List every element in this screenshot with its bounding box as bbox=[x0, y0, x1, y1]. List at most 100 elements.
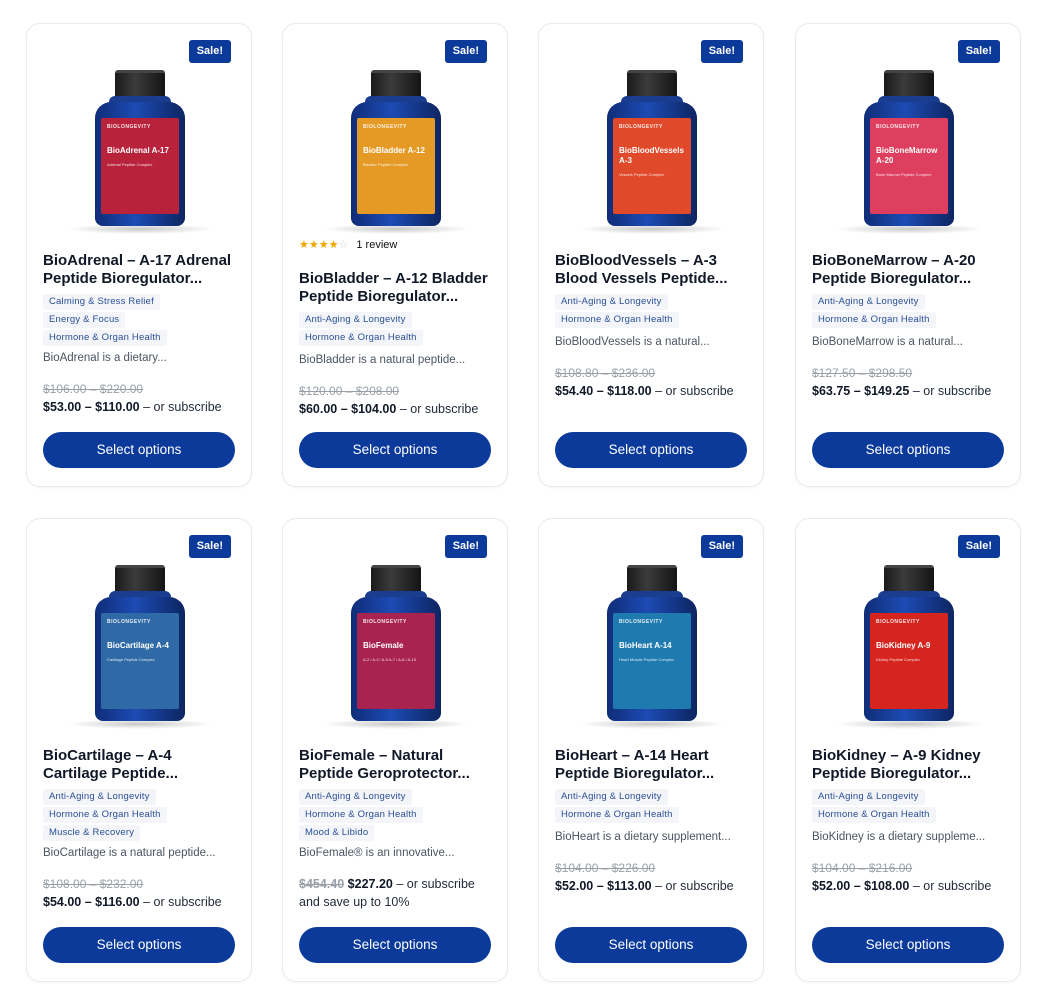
category-tag[interactable]: Anti-Aging & Longevity bbox=[812, 789, 925, 805]
select-options-button[interactable]: Select options bbox=[299, 432, 491, 468]
sale-badge: Sale! bbox=[957, 535, 1000, 558]
product-image[interactable]: BIOLONGEVITY BioBladder A-12 Bladder Pepti… bbox=[299, 36, 493, 234]
price-sep: – bbox=[81, 400, 96, 414]
bottle-cap bbox=[627, 565, 677, 593]
price-low: $52.00 bbox=[812, 879, 851, 893]
price-block: $52.00 – $113.00 – or subscribe bbox=[555, 877, 755, 895]
category-tag[interactable]: Anti-Aging & Longevity bbox=[555, 789, 668, 805]
bottle-product-name: BioKidney A-9 bbox=[876, 641, 931, 650]
bottle-graphic: BIOLONGEVITY BioHeart A-14 Heart Muscle Pe… bbox=[577, 565, 727, 729]
sale-badge: Sale! bbox=[700, 40, 743, 63]
category-tag[interactable]: Hormone & Organ Health bbox=[812, 807, 936, 823]
category-tag[interactable]: Hormone & Organ Health bbox=[299, 330, 423, 346]
bottle-product-name: BioAdrenal A-17 bbox=[107, 146, 169, 155]
product-description: BioBladder is a natural peptide... bbox=[299, 354, 466, 366]
product-title[interactable]: BioBloodVessels – A-3 Blood Vessels Pept… bbox=[555, 252, 751, 288]
original-price: $108.80 – $236.00 bbox=[555, 366, 656, 380]
bottle-label: BIOLONGEVITY BioBladder A-12 Bladder Pepti… bbox=[357, 118, 435, 214]
product-image[interactable]: BIOLONGEVITY BioAdrenal A-17 Adrenal Pepti… bbox=[43, 36, 237, 234]
price-low: $54.00 bbox=[43, 895, 82, 909]
bottle-body: BIOLONGEVITY BioBladder A-12 Bladder Pepti… bbox=[351, 102, 441, 226]
bottle-product-name: BioCartilage A-4 bbox=[107, 641, 169, 650]
product-image[interactable]: BIOLONGEVITY BioHeart A-14 Heart Muscle Pe… bbox=[555, 531, 749, 729]
category-tag[interactable]: Hormone & Organ Health bbox=[43, 330, 167, 346]
product-title[interactable]: BioKidney – A-9 Kidney Peptide Bioregula… bbox=[812, 747, 1008, 783]
bottle-cap bbox=[115, 565, 165, 593]
select-options-button[interactable]: Select options bbox=[555, 927, 747, 963]
product-description: BioKidney is a dietary suppleme... bbox=[812, 831, 986, 843]
category-tag[interactable]: Mood & Libido bbox=[299, 825, 375, 841]
product-description: BioBloodVessels is a natural... bbox=[555, 336, 710, 348]
star-icon: ★ bbox=[328, 239, 339, 251]
price-block: $63.75 – $149.25 – or subscribe bbox=[812, 382, 1012, 400]
category-tag[interactable]: Anti-Aging & Longevity bbox=[299, 312, 412, 328]
star-icon: ★ bbox=[299, 239, 309, 251]
product-card: Sale! BIOLONGEVITY BioHeart A-14 Heart Musc… bbox=[538, 518, 764, 982]
product-title[interactable]: BioFemale – Natural Peptide Geroprotecto… bbox=[299, 747, 495, 783]
price-sep: – bbox=[337, 402, 352, 416]
bottle-brand: BIOLONGEVITY bbox=[363, 619, 407, 625]
category-tag[interactable]: Calming & Stress Relief bbox=[43, 294, 160, 310]
bottle-product-name: BioBoneMarrow A-20 bbox=[876, 146, 938, 165]
bottle-label: BIOLONGEVITY BioKidney A-9 Kidney Peptide … bbox=[870, 613, 948, 709]
review-count[interactable]: 1 review bbox=[356, 239, 397, 251]
product-image[interactable]: BIOLONGEVITY BioBloodVessels A-3 Vessels P… bbox=[555, 36, 749, 234]
product-image[interactable]: BIOLONGEVITY BioFemale A-2 / A-3 / A-5 A-7… bbox=[299, 531, 493, 729]
price-sep: – bbox=[593, 879, 608, 893]
product-image[interactable]: BIOLONGEVITY BioKidney A-9 Kidney Peptide … bbox=[812, 531, 1006, 729]
select-options-button[interactable]: Select options bbox=[555, 432, 747, 468]
select-options-button[interactable]: Select options bbox=[812, 927, 1004, 963]
product-title[interactable]: BioBoneMarrow – A-20 Peptide Bioregulato… bbox=[812, 252, 1008, 288]
product-title[interactable]: BioHeart – A-14 Heart Peptide Bioregulat… bbox=[555, 747, 751, 783]
sale-badge: Sale! bbox=[444, 40, 487, 63]
product-title[interactable]: BioAdrenal – A-17 Adrenal Peptide Bioreg… bbox=[43, 252, 239, 288]
bottle-cap bbox=[371, 565, 421, 593]
bottle-label: BIOLONGEVITY BioFemale A-2 / A-3 / A-5 A-7… bbox=[357, 613, 435, 709]
price-low: $60.00 bbox=[299, 402, 338, 416]
category-tag[interactable]: Hormone & Organ Health bbox=[43, 807, 167, 823]
bottle-body: BIOLONGEVITY BioHeart A-14 Heart Muscle Pe… bbox=[607, 597, 697, 721]
select-options-button[interactable]: Select options bbox=[43, 432, 235, 468]
price-sep: – bbox=[850, 879, 865, 893]
category-tag[interactable]: Anti-Aging & Longevity bbox=[555, 294, 668, 310]
select-options-button[interactable]: Select options bbox=[299, 927, 491, 963]
bottle-graphic: BIOLONGEVITY BioAdrenal A-17 Adrenal Pepti… bbox=[65, 70, 215, 234]
product-image[interactable]: BIOLONGEVITY BioCartilage A-4 Cartilage Pe… bbox=[43, 531, 237, 729]
bottle-brand: BIOLONGEVITY bbox=[107, 124, 151, 130]
subscribe-text: – or subscribe bbox=[143, 895, 222, 909]
bottle-cap bbox=[884, 70, 934, 98]
category-tag[interactable]: Hormone & Organ Health bbox=[555, 312, 679, 328]
category-tag[interactable]: Anti-Aging & Longevity bbox=[812, 294, 925, 310]
bottle-cap bbox=[115, 70, 165, 98]
category-tag[interactable]: Muscle & Recovery bbox=[43, 825, 141, 841]
category-tags: Anti-Aging & Longevity Hormone & Organ He… bbox=[43, 789, 239, 843]
bottle-product-name: BioBloodVessels A-3 bbox=[619, 146, 684, 165]
subscribe-text: – or subscribe bbox=[912, 879, 992, 893]
bottle-brand: BIOLONGEVITY bbox=[619, 619, 663, 625]
select-options-button[interactable]: Select options bbox=[43, 927, 235, 963]
category-tag[interactable]: Anti-Aging & Longevity bbox=[43, 789, 156, 805]
product-title[interactable]: BioBladder – A-12 Bladder Peptide Bioreg… bbox=[299, 270, 495, 306]
category-tags: Anti-Aging & Longevity Hormone & Organ He… bbox=[812, 294, 1008, 330]
bottle-brand: BIOLONGEVITY bbox=[619, 124, 663, 130]
price-block: $54.40 – $118.00 – or subscribe bbox=[555, 382, 755, 400]
price-block: $53.00 – $110.00 – or subscribe bbox=[43, 398, 243, 416]
category-tag[interactable]: Hormone & Organ Health bbox=[812, 312, 936, 328]
rating: ★★★★☆ 1 review bbox=[299, 238, 397, 252]
product-image[interactable]: BIOLONGEVITY BioBoneMarrow A-20 Bone Marro… bbox=[812, 36, 1006, 234]
bottle-product-name: BioFemale bbox=[363, 641, 404, 650]
bottle-label: BIOLONGEVITY BioCartilage A-4 Cartilage Pe… bbox=[101, 613, 179, 709]
category-tag[interactable]: Hormone & Organ Health bbox=[299, 807, 423, 823]
select-options-button[interactable]: Select options bbox=[812, 432, 1004, 468]
bottle-graphic: BIOLONGEVITY BioBoneMarrow A-20 Bone Marro… bbox=[834, 70, 984, 234]
original-price: $454.40 bbox=[299, 877, 345, 891]
category-tag[interactable]: Hormone & Organ Health bbox=[555, 807, 679, 823]
star-icon: ★ bbox=[308, 239, 319, 251]
product-card: Sale! BIOLONGEVITY BioBloodVessels A-3 Vess… bbox=[538, 23, 764, 487]
bottle-label: BIOLONGEVITY BioBoneMarrow A-20 Bone Marro… bbox=[870, 118, 948, 214]
category-tag[interactable]: Anti-Aging & Longevity bbox=[299, 789, 412, 805]
category-tag[interactable]: Energy & Focus bbox=[43, 312, 126, 328]
bottle-subtitle: Bladder Peptide Complex bbox=[363, 162, 409, 167]
product-title[interactable]: BioCartilage – A-4 Cartilage Peptide... bbox=[43, 747, 239, 783]
sale-badge: Sale! bbox=[188, 40, 231, 63]
